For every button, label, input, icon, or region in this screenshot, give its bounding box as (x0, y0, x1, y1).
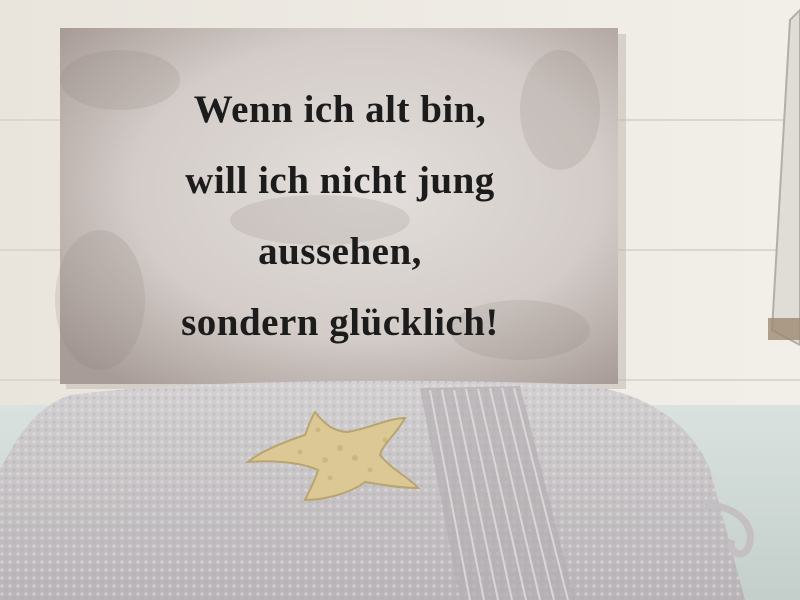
sign-line: will ich nicht jung (185, 159, 495, 202)
sign-line: sondern glücklich! (181, 301, 499, 344)
sign-quote: Wenn ich alt bin, will ich nicht jung au… (60, 74, 620, 358)
sign-line: Wenn ich alt bin, (193, 88, 487, 131)
towel (0, 380, 754, 600)
sign-line: aussehen, (258, 230, 422, 273)
